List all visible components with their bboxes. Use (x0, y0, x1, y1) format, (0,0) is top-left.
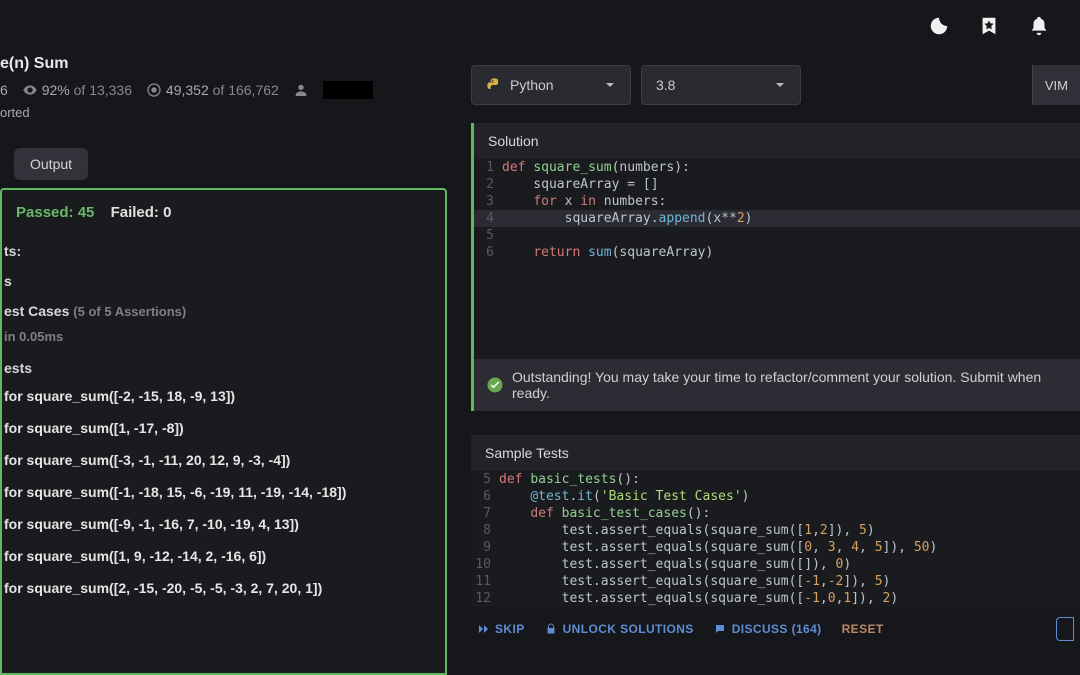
theme-moon-icon[interactable] (928, 15, 950, 40)
passed-count: Passed: 45 (16, 204, 94, 221)
imported-label: orted (0, 105, 447, 120)
test-result-line: for square_sum([-2, -15, 18, -9, 13]) (2, 380, 445, 412)
author-avatar[interactable] (323, 81, 373, 99)
failed-count: Failed: 0 (111, 204, 172, 221)
sample-tests-header: Sample Tests (471, 435, 1080, 471)
user-icon (293, 82, 309, 98)
skip-icon (477, 623, 489, 635)
submit-button-edge[interactable] (1056, 617, 1074, 641)
test-result-line: for square_sum([-1, -18, 15, -6, -19, 11… (2, 476, 445, 508)
version-select[interactable]: 3.8 (641, 65, 801, 105)
chevron-down-icon (774, 79, 786, 91)
test-result-line: for square_sum([-3, -1, -11, 20, 12, 9, … (2, 444, 445, 476)
kata-stats: 6 92% of 13,336 49,352 of 166,762 (0, 81, 447, 105)
language-select[interactable]: Python (471, 65, 631, 105)
check-circle-icon (486, 376, 504, 394)
tests-heading: ts: (2, 233, 445, 263)
reset-button[interactable]: RESET (842, 622, 884, 636)
test-result-line: for square_sum([1, -17, -8]) (2, 412, 445, 444)
bell-icon[interactable] (1028, 15, 1050, 40)
kata-title: e(n) Sum (0, 55, 447, 81)
eye-icon (22, 82, 38, 98)
python-icon (486, 77, 502, 93)
discuss-button[interactable]: DISCUSS (164) (714, 622, 822, 636)
skip-button[interactable]: SKIP (477, 622, 525, 636)
unlock-solutions-button[interactable]: UNLOCK SOLUTIONS (545, 622, 694, 636)
random-tests-heading: ests (2, 350, 445, 380)
timing-label: in 0.05ms (2, 323, 445, 350)
basic-tests-heading: est Cases (5 of 5 Assertions) (2, 293, 445, 323)
sample-tests-editor[interactable]: 5def basic_tests(): 6 @test.it('Basic Te… (471, 471, 1080, 607)
chat-icon (714, 623, 726, 635)
test-result-line: for square_sum([-9, -1, -16, 7, -10, -19… (2, 508, 445, 540)
tab-output[interactable]: Output (14, 148, 88, 180)
target-icon (146, 82, 162, 98)
solution-header: Solution (471, 123, 1080, 159)
solution-editor[interactable]: 1def square_sum(numbers): 2 squareArray … (471, 159, 1080, 359)
vim-toggle[interactable]: VIM (1032, 65, 1080, 105)
test-result-line: for square_sum([1, 9, -12, -14, 2, -16, … (2, 540, 445, 572)
s-label: s (2, 263, 445, 293)
chevron-down-icon (604, 79, 616, 91)
bookmark-icon[interactable] (978, 15, 1000, 40)
test-result-line: for square_sum([2, -15, -20, -5, -5, -3,… (2, 572, 445, 604)
success-banner: Outstanding! You may take your time to r… (471, 359, 1080, 411)
test-results-panel: Passed: 45 Failed: 0 ts: s est Cases (5 … (0, 188, 447, 675)
lock-icon (545, 623, 557, 635)
